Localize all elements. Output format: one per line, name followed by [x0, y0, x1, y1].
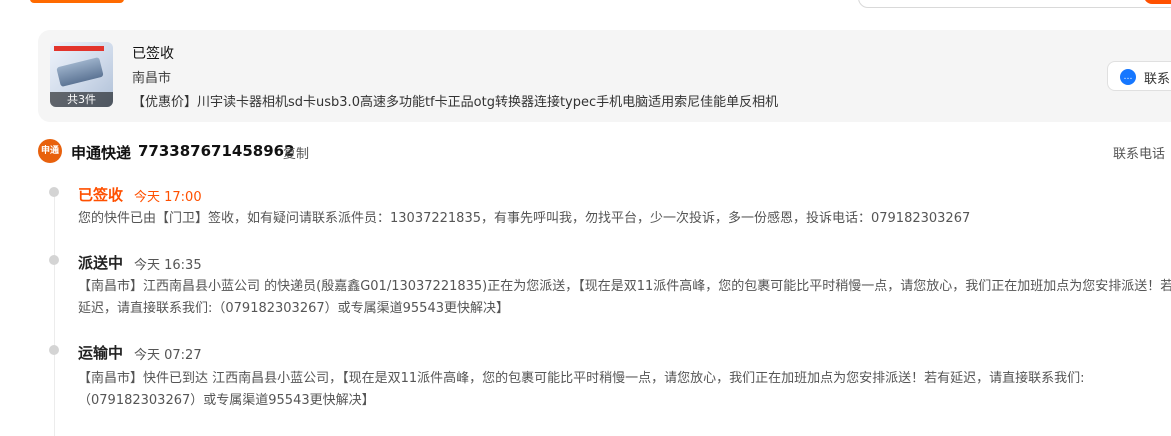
event-time: 今天 07:27 — [134, 348, 202, 363]
carrier-name: 申通快递 — [71, 144, 132, 162]
tracking-number: 773387671458962 — [138, 142, 295, 160]
search-input[interactable] — [858, 0, 1171, 8]
event-status: 派送中 — [78, 254, 124, 272]
site-logo[interactable] — [30, 0, 124, 3]
order-status: 已签收 — [132, 46, 174, 62]
chat-bubble-icon: … — [1120, 69, 1136, 85]
event-description: 【南昌市】江西南昌县小蓝公司 的快递员(殷嘉鑫G01/13037221835)正… — [78, 279, 1171, 316]
event-description: 【南昌市】快件已到达 江西南昌县小蓝公司，【现在是双11派件高峰，您的包裹可能比… — [78, 371, 1085, 408]
event-description: 您的快件已由【门卫】签收，如有疑问请联系派件员：13037221835，有事先呼… — [78, 211, 971, 226]
event-time: 今天 16:35 — [134, 258, 202, 273]
event-status: 运输中 — [78, 344, 124, 362]
usb-reader-image — [56, 56, 104, 88]
search-button[interactable] — [1144, 0, 1171, 4]
product-title[interactable]: 【优惠价】川宇读卡器相机sd卡usb3.0高速多功能tf卡正品otg转换器连接t… — [132, 91, 778, 110]
thumbnail-banner — [54, 46, 104, 51]
timeline-dot — [49, 345, 59, 355]
timeline-dot — [49, 187, 59, 197]
timeline-line — [54, 196, 55, 436]
order-card: 共3件 已签收 南昌市 【优惠价】川宇读卡器相机sd卡usb3.0高速多功能tf… — [38, 30, 1171, 122]
carrier-logo-icon: 申通 — [38, 139, 62, 163]
contact-phone-link[interactable]: 联系电话 — [1113, 143, 1165, 162]
event-time: 今天 17:00 — [134, 190, 202, 205]
contact-button[interactable]: … 联系 — [1107, 61, 1171, 91]
contact-label: 联系 — [1144, 72, 1171, 87]
item-count-badge: 共3件 — [50, 92, 113, 107]
product-thumbnail[interactable]: 共3件 — [50, 42, 113, 107]
event-status: 已签收 — [78, 186, 124, 204]
order-city: 南昌市 — [132, 71, 172, 86]
timeline-dot — [49, 255, 59, 265]
copy-button[interactable]: 复制 — [283, 143, 309, 162]
